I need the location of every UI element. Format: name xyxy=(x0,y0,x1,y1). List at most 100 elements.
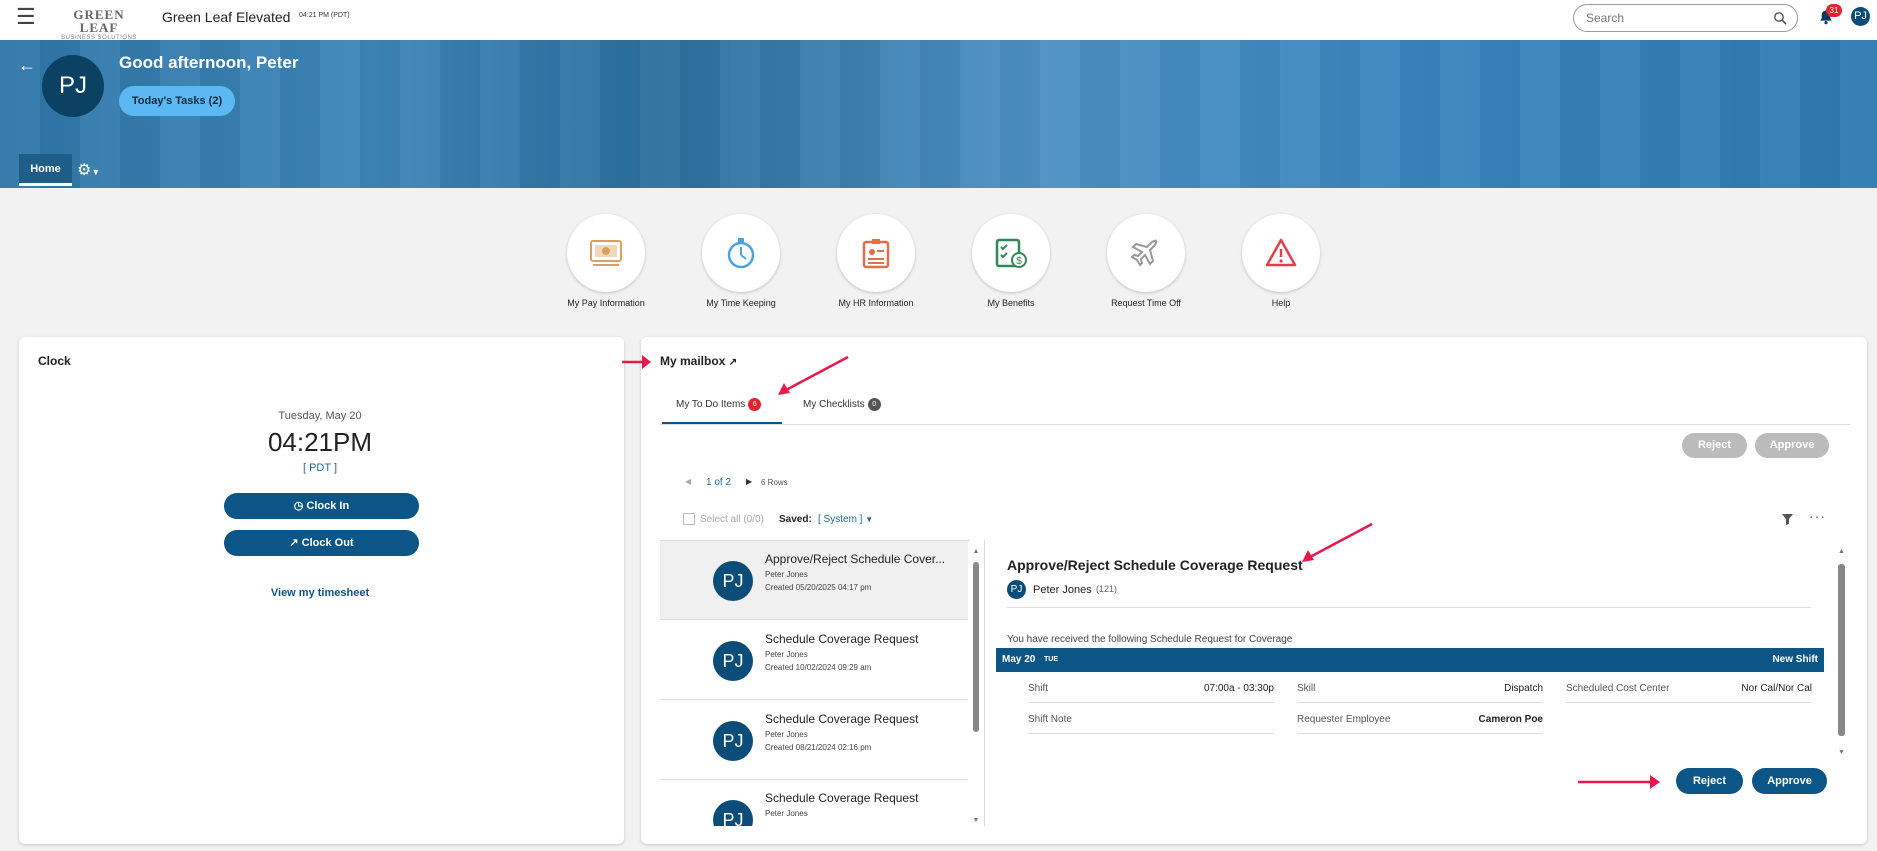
quick-link-help[interactable]: Help xyxy=(1241,214,1321,308)
shift-value: 07:00a - 03:30p xyxy=(1203,683,1274,694)
select-all-label: Select all (0/0) xyxy=(700,514,764,525)
clock-in-icon: ◷ xyxy=(293,500,307,512)
search-icon[interactable] xyxy=(1773,11,1787,25)
scroll-up-icon[interactable]: ▲ xyxy=(1837,548,1846,555)
list-item-title: Schedule Coverage Request xyxy=(765,712,919,726)
skill-value: Dispatch xyxy=(1504,683,1543,694)
airplane-icon xyxy=(1130,239,1158,267)
scrollbar-thumb[interactable] xyxy=(1838,564,1845,736)
row-count: 6 Rows xyxy=(761,478,788,487)
clock-date: Tuesday, May 20 xyxy=(278,410,362,422)
greeting-text: Good afternoon, Peter xyxy=(119,53,299,72)
requester-value: Cameron Poe xyxy=(1478,714,1543,725)
detail-message: You have received the following Schedule… xyxy=(1007,634,1293,645)
profile-avatar[interactable]: PJ xyxy=(42,55,104,117)
chevron-down-icon: ▼ xyxy=(91,167,101,177)
external-link-icon: ↗ xyxy=(728,357,738,368)
tab-home[interactable]: Home xyxy=(19,154,72,186)
gear-icon[interactable]: ⚙▼ xyxy=(77,160,100,180)
list-scrollbar[interactable]: ▲ ▼ xyxy=(972,548,980,824)
reject-button-top[interactable]: Reject xyxy=(1682,433,1747,458)
scroll-up-icon[interactable]: ▲ xyxy=(972,548,980,555)
detail-divider xyxy=(1007,607,1811,608)
list-item-name: Peter Jones xyxy=(765,730,808,739)
shift-type: New Shift xyxy=(1772,654,1818,665)
scrollbar-thumb[interactable] xyxy=(973,562,979,732)
next-page-icon[interactable]: ▶ xyxy=(746,477,752,486)
chevron-down-icon: ▼ xyxy=(865,515,874,524)
tab-my-to-do-items[interactable]: My To Do Items 6 xyxy=(676,398,762,411)
quick-link-label: Request Time Off xyxy=(1111,298,1181,308)
scroll-down-icon[interactable]: ▼ xyxy=(1837,749,1846,756)
list-item-title: Schedule Coverage Request xyxy=(765,791,919,805)
list-detail-divider xyxy=(984,540,985,826)
back-arrow-icon[interactable]: ← xyxy=(18,55,36,76)
detail-scrollbar[interactable]: ▲ ▼ xyxy=(1837,548,1846,756)
annotation-arrow-icon xyxy=(1578,775,1660,789)
prev-page-icon[interactable]: ◀ xyxy=(685,477,691,486)
todays-tasks-button[interactable]: Today's Tasks (2) xyxy=(119,86,235,116)
app-time: 04:21 PM (PDT) xyxy=(299,12,350,19)
scroll-down-icon[interactable]: ▼ xyxy=(972,817,980,824)
approve-button-top[interactable]: Approve xyxy=(1755,433,1829,458)
annotation-arrow-icon xyxy=(778,355,849,395)
cost-center-label: Scheduled Cost Center xyxy=(1566,683,1670,694)
svg-text:$: $ xyxy=(1016,256,1022,267)
search-box[interactable] xyxy=(1573,4,1798,32)
clock-out-label: Clock Out xyxy=(301,537,354,549)
list-item-name: Peter Jones xyxy=(765,809,808,818)
field-divider xyxy=(1028,733,1274,734)
approve-button[interactable]: Approve xyxy=(1752,768,1827,794)
cost-center-value: Nor Cal/Nor Cal xyxy=(1741,683,1812,694)
search-input[interactable] xyxy=(1586,11,1766,25)
clock-out-button[interactable]: ↗ Clock Out xyxy=(224,530,419,556)
list-item[interactable]: PJ Schedule Coverage Request Peter Jones… xyxy=(660,621,968,700)
filter-icon[interactable] xyxy=(1782,514,1793,525)
list-item[interactable]: PJ Schedule Coverage Request Peter Jones… xyxy=(660,701,968,780)
notification-badge: 31 xyxy=(1826,4,1842,17)
list-item-avatar: PJ xyxy=(713,721,753,761)
quick-link-time-off[interactable]: Request Time Off xyxy=(1106,214,1186,308)
app-name: Green Leaf Elevated xyxy=(162,9,291,25)
quick-link-label: Help xyxy=(1271,298,1291,308)
quick-link-timekeeping[interactable]: My Time Keeping xyxy=(701,214,781,308)
select-all-checkbox[interactable] xyxy=(683,513,695,525)
list-item-name: Peter Jones xyxy=(765,570,808,579)
shift-note-label: Shift Note xyxy=(1028,714,1072,725)
annotation-arrow-icon xyxy=(622,355,651,369)
quick-link-pay[interactable]: My Pay Information xyxy=(566,214,646,308)
todo-list: PJ Approve/Reject Schedule Cover... Pete… xyxy=(660,540,970,826)
shift-date: May 20 xyxy=(1002,654,1036,665)
quick-link-hr[interactable]: My HR Information xyxy=(836,214,916,308)
quick-link-label: My Benefits xyxy=(987,298,1035,308)
tab-my-checklists[interactable]: My Checklists 0 xyxy=(803,398,881,411)
user-avatar[interactable]: PJ xyxy=(1851,7,1870,26)
saved-view-dropdown[interactable]: [ System ] ▼ xyxy=(818,514,873,525)
saved-label: Saved: xyxy=(779,514,812,525)
list-item-avatar: PJ xyxy=(713,800,753,826)
clock-time: 04:21PM xyxy=(267,427,373,457)
view-timesheet-link[interactable]: View my timesheet xyxy=(220,587,420,599)
stopwatch-icon xyxy=(727,238,755,269)
detail-title: Approve/Reject Schedule Coverage Request xyxy=(1007,557,1303,573)
clock-in-button[interactable]: ◷ Clock In xyxy=(224,493,419,519)
quick-link-benefits[interactable]: $ My Benefits xyxy=(971,214,1051,308)
count-badge: 0 xyxy=(867,398,881,411)
more-options-icon[interactable]: ··· xyxy=(1809,508,1826,524)
quick-link-label: My Time Keeping xyxy=(706,298,776,308)
quick-link-label: My HR Information xyxy=(838,298,914,308)
annotation-arrow-icon xyxy=(1302,522,1373,562)
hamburger-menu-icon[interactable]: ☰ xyxy=(16,6,38,28)
id-badge-icon xyxy=(862,239,890,269)
saved-view-value: [ System ] xyxy=(818,514,863,525)
reject-button[interactable]: Reject xyxy=(1676,768,1743,794)
list-item[interactable]: PJ Schedule Coverage Request Peter Jones xyxy=(660,780,968,826)
skill-label: Skill xyxy=(1297,683,1316,694)
detail-person: Peter Jones xyxy=(1033,584,1092,596)
clock-in-label: Clock In xyxy=(306,500,350,512)
clock-title: Clock xyxy=(38,354,71,368)
list-item[interactable]: PJ Approve/Reject Schedule Cover... Pete… xyxy=(660,541,968,620)
mailbox-title-text: My mailbox xyxy=(660,354,726,368)
mailbox-title[interactable]: My mailbox ↗ xyxy=(660,354,737,368)
shift-label: Shift xyxy=(1028,683,1049,694)
